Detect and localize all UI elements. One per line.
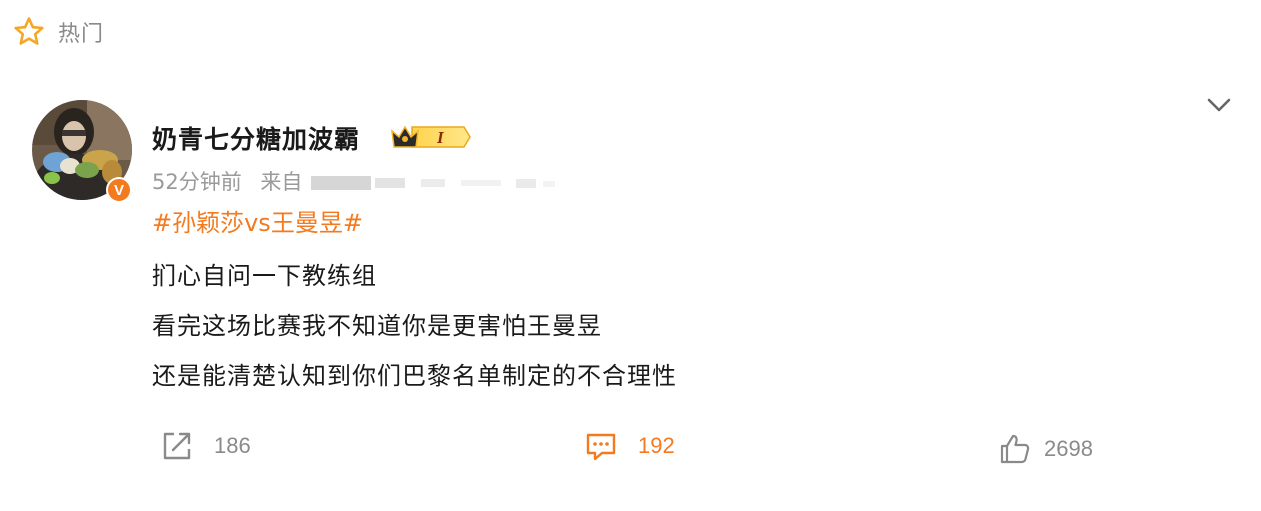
like-button[interactable]: 2698	[998, 431, 1093, 467]
repost-count: 186	[214, 433, 251, 458]
author-name[interactable]: 奶青七分糖加波霸	[152, 120, 360, 156]
like-count: 2698	[1044, 436, 1093, 461]
topic-hashtag-link[interactable]: #孙颖莎vs王曼昱#	[152, 205, 677, 241]
post-time[interactable]: 52分钟前	[152, 170, 242, 194]
star-outline-icon	[12, 15, 46, 49]
share-icon	[160, 429, 194, 463]
member-crown-badge-icon[interactable]: I	[390, 121, 472, 153]
post-meta: 52分钟前 来自	[152, 166, 581, 196]
post-source-redacted	[311, 171, 581, 195]
verified-badge-icon: V	[106, 177, 132, 203]
post-content: #孙颖莎vs王曼昱# 扪心自问一下教练组 看完这场比赛我不知道你是更害怕王曼昱 …	[152, 205, 677, 401]
post-text-line: 还是能清楚认知到你们巴黎名单制定的不合理性	[152, 362, 677, 390]
post-source-prefix: 来自	[260, 170, 303, 194]
chevron-down-icon[interactable]	[1203, 92, 1235, 120]
hot-section-label: 热门	[58, 22, 105, 47]
repost-button[interactable]: 186	[160, 428, 251, 464]
comment-icon	[584, 429, 618, 463]
comment-button[interactable]: 192	[584, 428, 675, 464]
post-text-line: 看完这场比赛我不知道你是更害怕王曼昱	[152, 312, 602, 340]
post-text-line: 扪心自问一下教练组	[152, 262, 377, 290]
weibo-post-card: 热门 V 奶青七分糖加波霸 I 52分钟前 来自 #孙颖莎vs王曼昱# 扪心自问…	[0, 0, 1261, 511]
thumbs-up-icon	[998, 432, 1032, 466]
comment-count: 192	[638, 433, 675, 458]
hot-section-header: 热门	[12, 14, 104, 50]
